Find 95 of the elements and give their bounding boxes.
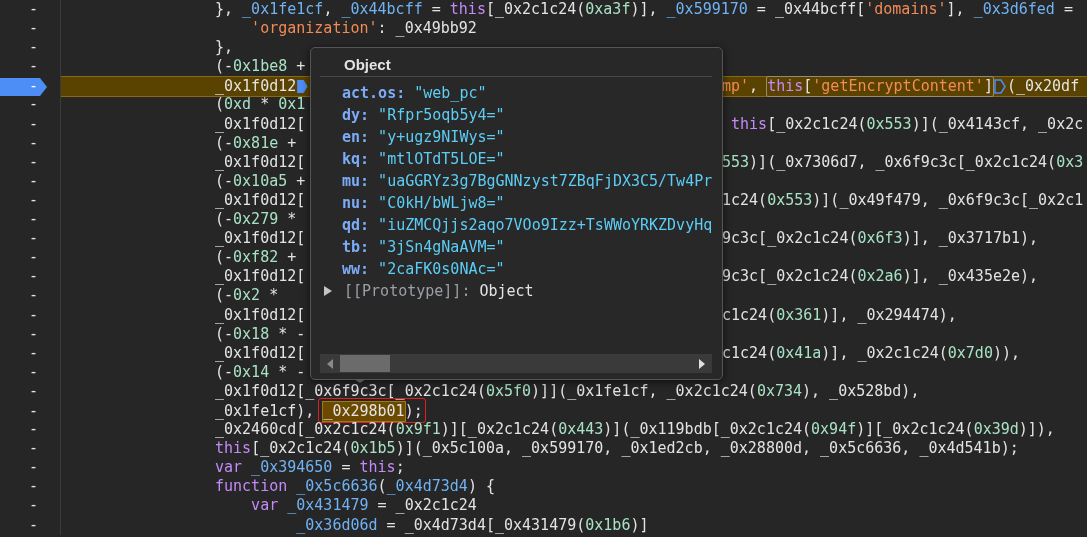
property-value: "web_pc" [414,84,487,102]
code-text: (-0x81e + [215,133,297,153]
code-text: }, [215,38,234,58]
code-text: this[_0x2c1c24(0x553)](_0x4143cf, _0x2c [730,114,1084,134]
property-value: "y+ugz9NIWys=" [378,128,505,146]
gutter-mark[interactable]: - [29,381,39,401]
code-text: _0x1fe1cf), [215,401,316,422]
code-text: (-0x1be8 + [215,57,306,77]
scroll-right-icon[interactable] [697,357,707,370]
gutter-mark[interactable]: - [29,229,39,249]
code-text: (-0x18 * - [215,324,306,344]
code-text: c1c24(0x41a)], _0x2c1c24(0x7d0)), [722,343,1021,363]
gutter-mark[interactable]: - [29,57,39,77]
gutter-mark[interactable]: - [29,210,39,230]
gutter-mark[interactable]: - [29,152,39,172]
property-value: "3jSn4gNaAVM=" [378,238,505,256]
horizontal-scrollbar[interactable] [320,354,712,373]
gutter-mark[interactable]: - [29,496,39,516]
gutter-mark[interactable]: - [29,305,39,325]
code-text: _0x1f0d12 [215,77,297,97]
gutter-mark[interactable]: - [29,248,39,268]
property-value: "uaGGRYz3g7BgGNNzyst7ZBqFjDX3C5/Tw4Pr [378,172,713,190]
scroll-left-icon[interactable] [325,357,335,370]
code-text: _0x1f0d12[ [215,190,306,211]
property-value: "Rfpr5oqb5y4=" [378,106,505,124]
property-key: dy: [342,106,370,124]
gutter-mark[interactable]: - [29,19,39,39]
property-value: Object [479,282,534,300]
code-text: 1c24(0x553)](_0x49f479, _0x6f9c3c[_0x2c1 [722,190,1084,211]
expand-triangle-icon[interactable] [322,285,334,297]
code-text: _0x1f0d12[ [215,152,306,172]
code-text: (-0x279 * [215,210,297,230]
code-text: ); [404,401,423,422]
property-value: "mtlOTdT5LOE=" [378,150,505,168]
code-text: (-0xf82 + [215,248,297,268]
property-value: "2caFK0s0NAc=" [378,260,505,278]
property-key: en: [342,128,370,146]
property-key: tb: [342,238,370,256]
inline-breakpoint-icon[interactable] [993,79,1006,95]
code-text: (-0x10a5 + [215,171,306,191]
code-text: 9c3c[_0x2c1c24(0x6f3)], _0x3717b1), [722,229,1039,249]
property-key: kq: [342,150,370,168]
gutter-mark[interactable]: - [29,343,39,363]
code-text: _0x1f0d12[ [215,229,306,249]
property-value: "C0kH/bWLjw8=" [378,194,505,212]
code-text: (0xd * 0x1 [215,95,306,115]
property-key: act.os: [342,84,406,102]
gutter-mark[interactable]: - [29,190,39,211]
highlighted-variable: _0x298b01 [322,400,406,423]
gutter-mark[interactable]: - [29,324,39,344]
popover-title: Object [343,55,392,74]
code-text: this[_0x2c1c24(0x1b5)](_0x5c100a, _0x599170, _0x1ed2cb, _0x28800d, _0x5c6636, _0x4d541b); [215,439,1019,459]
code-text: _0x36d06d = _0x4d73d4[_0x431479(0x1b6)] [295,515,649,535]
gutter-mark[interactable]: - [29,439,39,459]
property-key: nu: [342,194,370,212]
gutter-mark[interactable]: - [29,401,39,422]
code-text: (-0x14 * - [215,362,306,382]
property-value: "iuZMCQjjs2aqo7VOo9Izz+TsWWoYRKZDvyHq [378,216,713,234]
code-text: _0x1f0d12[ [215,305,306,325]
gutter-mark[interactable]: - [29,133,39,153]
property-key: qd: [342,216,370,234]
code-text: (-0x2 * [215,286,279,306]
gutter-mark[interactable]: - [29,458,39,478]
gutter-mark[interactable]: - [29,0,39,20]
gutter-mark[interactable]: - [29,171,39,191]
gutter-mark[interactable]: - [29,114,39,134]
gutter-mark[interactable]: - [29,267,39,287]
code-text: var _0x394650 = this; [215,458,405,478]
code-text: _0x1f0d12[ [215,114,306,134]
code-text: c1c24(0x361)], _0x294474), [722,305,957,325]
property-key: mu: [342,172,370,190]
scrollbar-thumb[interactable] [340,355,390,372]
gutter-mark[interactable]: - [29,477,39,497]
gutter-mark[interactable]: - [29,38,39,58]
gutter-mark[interactable]: - [29,95,39,115]
gutter-mark[interactable]: - [29,362,39,382]
code-text: 'organization': _0x49bb92 [250,19,477,39]
code-text: _0x1f0d12[ [215,343,306,363]
property-key: ww: [342,260,370,278]
code-text: }, _0x1fe1cf, _0x44bcff = this[_0x2c1c24(0xa3f)], _0x599170 = _0x44bcff['domains'], _0x3d6fed = [215,0,1073,20]
code-text: 9c3c[_0x2c1c24(0x2a6)], _0x435e2e), [722,267,1039,287]
gutter-mark[interactable]: - [29,515,39,535]
code-text: (_0x20df [1006,77,1080,97]
code-text: _0x2460cd[_0x2c1c24(0x9f1)][_0x2c1c24(0x443)](_0x119bdb[_0x2c1c24(0x94f)][_0x2c1c24(0x39d)]), [215,420,1055,440]
property-key[interactable]: [[Prototype]]: [344,282,471,300]
gutter-mark[interactable]: - [29,286,39,306]
inline-breakpoint-icon[interactable] [297,79,308,95]
code-text: mp', [722,77,760,97]
code-text: function _0x5c6636(_0x4d73d4) { [215,477,495,497]
evaluated-expression: this['getEncryptContent'] [766,76,994,98]
code-text: var _0x431479 = _0x2c1c24 [250,496,477,516]
code-text: _0x1f0d12[ [215,267,306,287]
gutter-mark[interactable]: - [29,420,39,440]
code-text: _0x1f0d12[_0x6f9c3c[_0x2c1c24(0x5f0)]](_0x1fe1cf, _0x2c1c24(0x734), _0x528bd), [215,381,920,401]
code-text: 553)](_0x7306d7, _0x6f9c3c[_0x2c1c24(0x3 [722,152,1084,172]
